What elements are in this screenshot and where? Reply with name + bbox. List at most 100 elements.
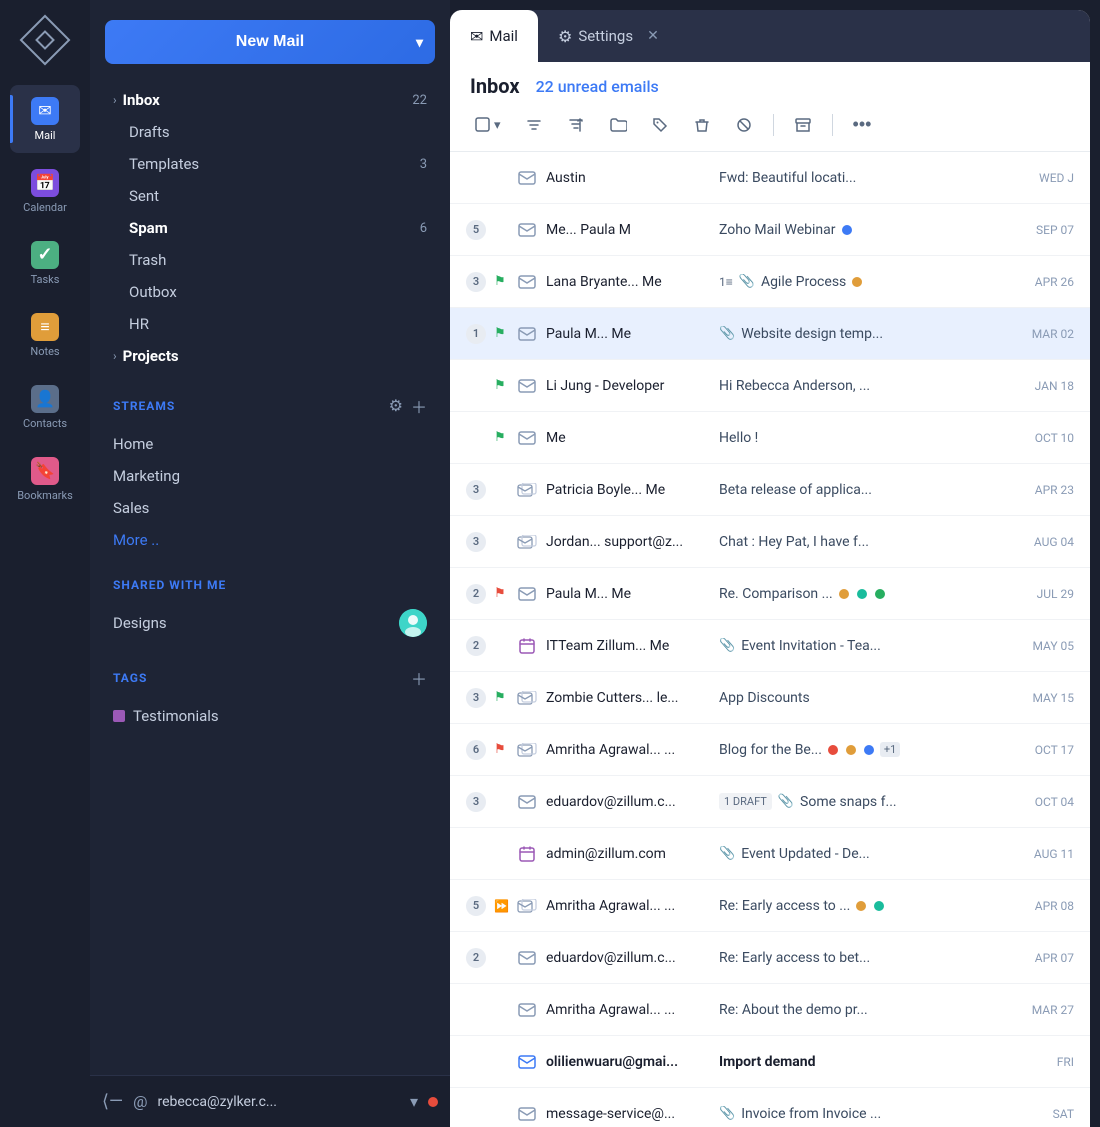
sidebar-item-contacts[interactable]: 👤 Contacts bbox=[10, 373, 80, 441]
email-row[interactable]: 5 ⏩ Amritha Agrawal... ... Re: Early acc… bbox=[450, 880, 1090, 932]
folder-button[interactable] bbox=[605, 112, 631, 138]
email-row[interactable]: 2 ITTeam Zillum... Me 📎 Event Invitation… bbox=[450, 620, 1090, 672]
sort-button[interactable] bbox=[563, 112, 589, 138]
folder-projects[interactable]: › Projects bbox=[105, 340, 435, 372]
email-date: SAT bbox=[1009, 1107, 1074, 1121]
folder-sent-label: Sent bbox=[113, 187, 427, 205]
email-row[interactable]: 0 olilienwuaru@gmai... Import demand FRI bbox=[450, 1036, 1090, 1088]
email-sender: eduardov@zillum.c... bbox=[546, 794, 711, 810]
email-row[interactable]: 3 Patricia Boyle... Me Beta release of a… bbox=[450, 464, 1090, 516]
email-row[interactable]: 1 ⚑ Paula M... Me 📎 Website design temp.… bbox=[450, 308, 1090, 360]
contacts-label: Contacts bbox=[23, 417, 67, 430]
email-sender: Amritha Agrawal... ... bbox=[546, 898, 711, 914]
folder-inbox[interactable]: › Inbox 22 bbox=[105, 84, 435, 116]
streams-more[interactable]: More .. bbox=[105, 524, 435, 556]
folder-drafts[interactable]: Drafts bbox=[105, 116, 435, 148]
sidebar-item-mail[interactable]: ✉ Mail bbox=[10, 85, 80, 153]
email-row[interactable]: 2 eduardov@zillum.c... Re: Early access … bbox=[450, 932, 1090, 984]
email-date: OCT 04 bbox=[1009, 795, 1074, 809]
mail-toolbar: Inbox 22 unread emails ▾ bbox=[450, 62, 1090, 152]
settings-tab-icon: ⚙ bbox=[558, 27, 572, 46]
streams-settings-button[interactable]: ⚙ bbox=[389, 394, 403, 418]
block-button[interactable] bbox=[731, 112, 757, 138]
email-row[interactable]: 0 message-service@... 📎 Invoice from Inv… bbox=[450, 1088, 1090, 1127]
logo-diamond-inner bbox=[35, 30, 55, 50]
folder-spam[interactable]: Spam 6 bbox=[105, 212, 435, 244]
select-all-button[interactable]: ▾ bbox=[470, 112, 505, 138]
flag-icon: ⚑ bbox=[494, 274, 508, 289]
sidebar-item-bookmarks[interactable]: 🔖 Bookmarks bbox=[10, 445, 80, 513]
stream-marketing[interactable]: Marketing bbox=[105, 460, 435, 492]
archive-button[interactable] bbox=[790, 112, 816, 138]
settings-tab-label: Settings bbox=[578, 27, 633, 45]
envelope-icon bbox=[516, 427, 538, 449]
email-sender: admin@zillum.com bbox=[546, 846, 711, 862]
user-menu-button[interactable]: ▾ bbox=[410, 1092, 418, 1111]
email-row[interactable]: 3 eduardov@zillum.c... 1 DRAFT 📎 Some sn… bbox=[450, 776, 1090, 828]
envelope-group-icon bbox=[516, 479, 538, 501]
collapse-sidebar-button[interactable]: ⟨— bbox=[102, 1091, 123, 1112]
email-subject: Chat : Hey Pat, I have f... bbox=[719, 534, 1001, 550]
shared-title: SHARED WITH ME bbox=[113, 578, 226, 592]
more-button[interactable]: ••• bbox=[849, 110, 876, 139]
shared-section-header: SHARED WITH ME bbox=[105, 572, 435, 598]
delete-button[interactable] bbox=[689, 112, 715, 138]
envelope-icon bbox=[516, 167, 538, 189]
streams-add-button[interactable]: ＋ bbox=[411, 394, 427, 418]
sidebar-item-calendar[interactable]: 📅 Calendar bbox=[10, 157, 80, 225]
email-date: APR 23 bbox=[1009, 483, 1074, 497]
tag-button[interactable] bbox=[647, 112, 673, 138]
folder-outbox[interactable]: Outbox bbox=[105, 276, 435, 308]
email-row[interactable]: 3 ⚑ Lana Bryante... Me 1≡ 📎 Agile Proces… bbox=[450, 256, 1090, 308]
email-subject: 1≡ 📎 Agile Process bbox=[719, 274, 1001, 290]
shared-designs[interactable]: Designs bbox=[105, 602, 435, 644]
email-row[interactable]: 3 ⚑ Zombie Cutters... le... App Discount… bbox=[450, 672, 1090, 724]
settings-tab-close[interactable]: ✕ bbox=[647, 28, 659, 44]
email-sender: Jordan... support@z... bbox=[546, 534, 711, 550]
tab-settings[interactable]: ⚙ Settings ✕ bbox=[538, 10, 679, 62]
email-row[interactable]: 2 ⚑ Paula M... Me Re. Comparison ... JUL… bbox=[450, 568, 1090, 620]
calendar-icon bbox=[516, 635, 538, 657]
email-row[interactable]: 0 ⚑ Me Hello ! OCT 10 bbox=[450, 412, 1090, 464]
email-row[interactable]: 6 ⚑ Amritha Agrawal... ... Blog for the … bbox=[450, 724, 1090, 776]
folder-hr[interactable]: HR bbox=[105, 308, 435, 340]
mail-tab-label: Mail bbox=[489, 27, 518, 45]
email-row[interactable]: 0 Amritha Agrawal... ... Re: About the d… bbox=[450, 984, 1090, 1036]
folder-templates-label: Templates bbox=[113, 155, 420, 173]
folder-hr-label: HR bbox=[113, 315, 427, 333]
thread-count: 3 bbox=[466, 688, 486, 708]
email-sender: Austin bbox=[546, 170, 711, 186]
email-date: JAN 18 bbox=[1009, 379, 1074, 393]
tab-mail[interactable]: ✉ Mail bbox=[450, 10, 538, 62]
email-row[interactable]: 0 ⚑ Li Jung - Developer Hi Rebecca Ander… bbox=[450, 360, 1090, 412]
email-subject: 📎 Website design temp... bbox=[719, 326, 1001, 342]
filter-button[interactable] bbox=[521, 112, 547, 138]
email-row[interactable]: 0 Austin Fwd: Beautiful locati... WED J bbox=[450, 152, 1090, 204]
tag-testimonials[interactable]: Testimonials bbox=[105, 700, 435, 732]
thread-count: 5 bbox=[466, 896, 486, 916]
email-subject: 📎 Invoice from Invoice ... bbox=[719, 1106, 1001, 1122]
email-subject: Zoho Mail Webinar bbox=[719, 222, 1001, 238]
sidebar-item-notes[interactable]: ≡ Notes bbox=[10, 301, 80, 369]
email-row[interactable]: 3 Jordan... support@z... Chat : Hey Pat,… bbox=[450, 516, 1090, 568]
folder-trash[interactable]: Trash bbox=[105, 244, 435, 276]
email-date: MAR 27 bbox=[1009, 1003, 1074, 1017]
email-row[interactable]: 5 Me... Paula M Zoho Mail Webinar SEP 07 bbox=[450, 204, 1090, 256]
email-date: FRI bbox=[1009, 1055, 1074, 1069]
chevron-projects-icon: › bbox=[113, 349, 117, 363]
tags-add-button[interactable]: ＋ bbox=[411, 666, 427, 690]
folder-sent[interactable]: Sent bbox=[105, 180, 435, 212]
new-mail-button[interactable]: New Mail ▾ bbox=[105, 20, 435, 64]
envelope-icon bbox=[516, 1103, 538, 1125]
chevron-icon: › bbox=[113, 93, 117, 107]
stream-home[interactable]: Home bbox=[105, 428, 435, 460]
folder-templates[interactable]: Templates 3 bbox=[105, 148, 435, 180]
email-row[interactable]: 0 admin@zillum.com 📎 Event Updated - De.… bbox=[450, 828, 1090, 880]
calendar-label: Calendar bbox=[23, 201, 67, 214]
shared-designs-label: Designs bbox=[113, 614, 399, 632]
sidebar-item-tasks[interactable]: ✓ Tasks bbox=[10, 229, 80, 297]
envelope-icon bbox=[516, 583, 538, 605]
flag-icon: ⚑ bbox=[494, 378, 508, 393]
stream-sales[interactable]: Sales bbox=[105, 492, 435, 524]
envelope-group-icon bbox=[516, 687, 538, 709]
